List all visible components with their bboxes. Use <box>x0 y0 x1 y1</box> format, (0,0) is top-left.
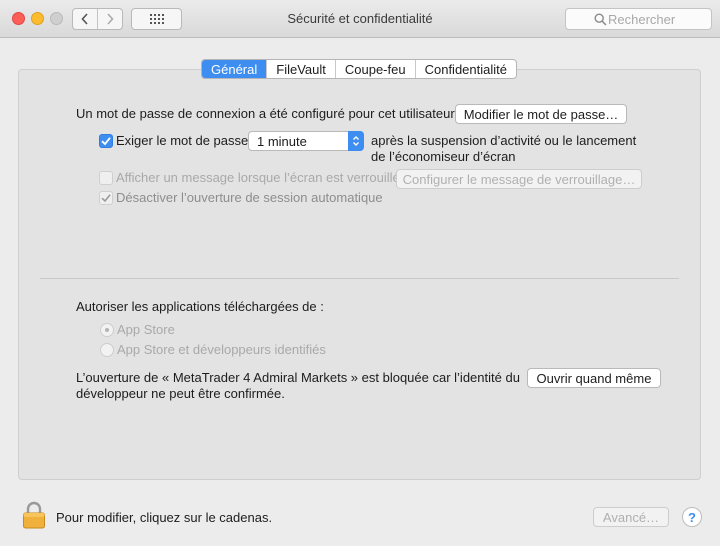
require-password-checkbox[interactable] <box>99 134 113 148</box>
disable-autologin-label: Désactiver l’ouverture de session automa… <box>116 190 383 205</box>
search-placeholder: Rechercher <box>608 11 676 27</box>
tab-general[interactable]: Général <box>202 60 267 78</box>
set-lock-message-button[interactable]: Configurer le message de verrouillage… <box>396 169 642 189</box>
require-password-suffix-line1: après la suspension d’activité ou le lan… <box>371 133 637 148</box>
search-field[interactable]: Rechercher <box>565 8 712 30</box>
allow-apps-heading: Autoriser les applications téléchargées … <box>76 299 324 314</box>
checkmark-icon <box>101 194 111 203</box>
require-password-label: Exiger le mot de passe <box>116 133 249 148</box>
search-icon <box>594 13 607 26</box>
popup-arrows-icon <box>348 131 364 151</box>
radio-app-store-identified-label: App Store et développeurs identifiés <box>117 342 326 357</box>
tab-bar: Général FileVault Coupe-feu Confidential… <box>201 59 517 79</box>
password-delay-select[interactable]: 1 minute <box>248 131 364 151</box>
password-delay-value: 1 minute <box>257 133 307 149</box>
advanced-button[interactable]: Avancé… <box>593 507 669 527</box>
radio-selected-dot <box>105 328 109 332</box>
lock-instruction-text: Pour modifier, cliquez sur le cadenas. <box>56 510 273 525</box>
disable-autologin-checkbox[interactable] <box>99 191 113 205</box>
tab-filevault[interactable]: FileVault <box>266 60 335 78</box>
help-button[interactable]: ? <box>682 507 702 527</box>
tab-firewall[interactable]: Coupe-feu <box>334 60 415 78</box>
open-anyway-button[interactable]: Ouvrir quand même <box>527 368 661 388</box>
section-divider <box>40 278 679 279</box>
require-password-suffix-line2: de l’économiseur d’écran <box>371 149 516 164</box>
blocked-app-message-line2: développeur ne peut être confirmée. <box>76 386 285 401</box>
checkmark-icon <box>101 137 111 146</box>
change-password-button[interactable]: Modifier le mot de passe… <box>455 104 627 124</box>
radio-app-store[interactable] <box>100 323 114 337</box>
radio-app-store-label: App Store <box>117 322 175 337</box>
radio-app-store-identified[interactable] <box>100 343 114 357</box>
tab-privacy[interactable]: Confidentialité <box>414 60 516 78</box>
lock-icon[interactable] <box>22 501 46 529</box>
blocked-app-message-line1: L’ouverture de « MetaTrader 4 Admiral Ma… <box>76 370 520 385</box>
password-set-text: Un mot de passe de connexion a été confi… <box>76 106 455 121</box>
lock-message-checkbox[interactable] <box>99 171 113 185</box>
lock-message-label: Afficher un message lorsque l’écran est … <box>116 170 400 185</box>
title-bar: Sécurité et confidentialité Rechercher <box>0 0 720 38</box>
